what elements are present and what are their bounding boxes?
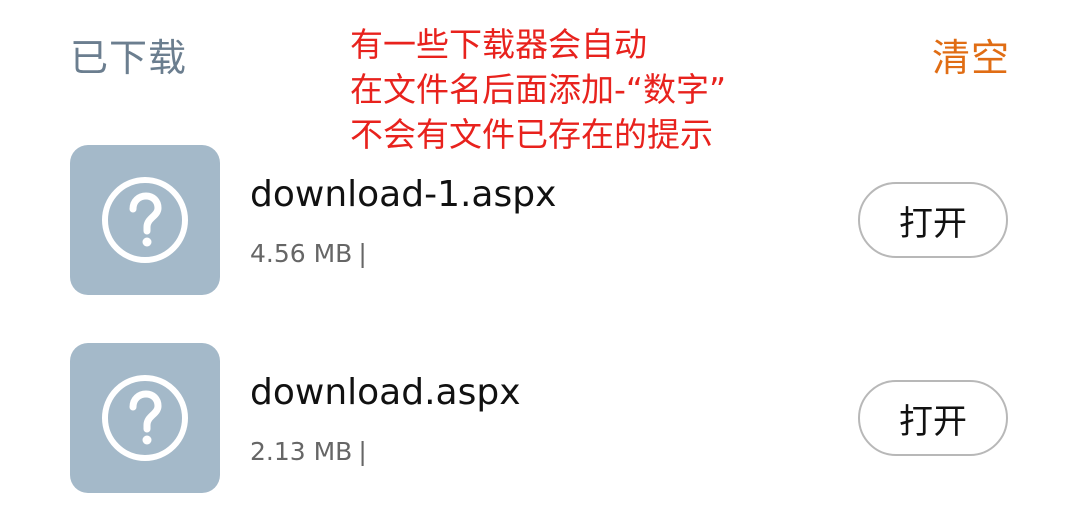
question-mark-icon xyxy=(102,375,188,461)
file-meta: 2.13 MB | xyxy=(250,435,367,469)
file-name: download.aspx xyxy=(250,372,521,413)
open-button[interactable]: 打开 xyxy=(858,182,1008,258)
annotation-note: 有一些下载器会自动 在文件名后面添加-“数字” 不会有文件已存在的提示 xyxy=(350,22,726,157)
download-item[interactable]: download-1.aspx 4.56 MB | 打开 xyxy=(0,145,1080,295)
file-size: 4.56 MB xyxy=(250,239,353,268)
file-thumbnail xyxy=(70,145,220,295)
download-item[interactable]: download.aspx 2.13 MB | 打开 xyxy=(0,343,1080,493)
file-meta: 4.56 MB | xyxy=(250,237,367,271)
question-mark-icon xyxy=(102,177,188,263)
file-name: download-1.aspx xyxy=(250,174,557,215)
page-title: 已下载 xyxy=(70,36,188,80)
meta-separator: | xyxy=(358,437,367,466)
open-button[interactable]: 打开 xyxy=(858,380,1008,456)
file-size: 2.13 MB xyxy=(250,437,353,466)
annotation-line: 在文件名后面添加-“数字” xyxy=(350,70,727,109)
annotation-line: 有一些下载器会自动 xyxy=(350,25,647,64)
file-thumbnail xyxy=(70,343,220,493)
clear-button[interactable]: 清空 xyxy=(932,30,1010,86)
meta-separator: | xyxy=(358,239,367,268)
